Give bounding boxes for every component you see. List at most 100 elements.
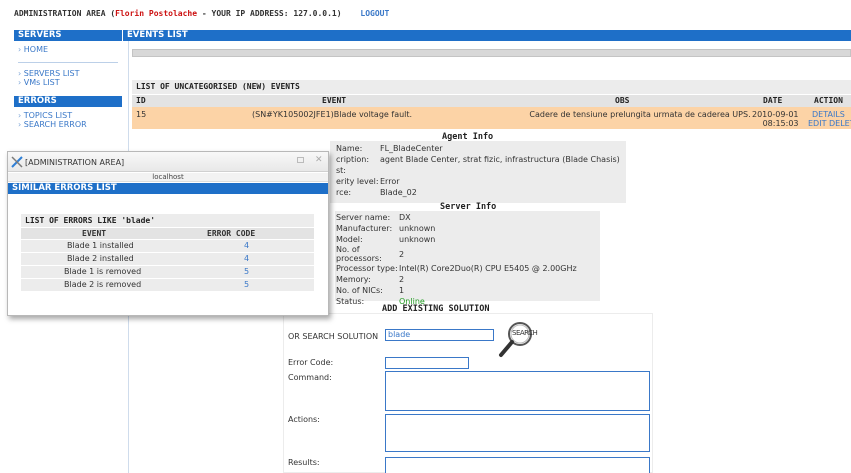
- error-code-label: Error Code:: [288, 358, 334, 367]
- actions-label: Actions:: [288, 415, 320, 424]
- nav-home[interactable]: HOME: [14, 45, 122, 54]
- search-solution-label: OR SEARCH SOLUTION: [288, 332, 379, 341]
- solution-form: OR SEARCH SOLUTION blade SEARCH Error Co…: [283, 313, 653, 473]
- agent-key: st:: [336, 166, 346, 175]
- col-event: EVENT: [82, 229, 107, 238]
- error-event: Blade 2 is removed: [64, 280, 142, 289]
- agent-key: cription:: [336, 155, 370, 164]
- nav-topics-list[interactable]: TOPICS LIST: [14, 111, 122, 120]
- command-textarea[interactable]: [385, 371, 650, 411]
- results-label: Results:: [288, 458, 320, 467]
- server-key: Memory:: [336, 275, 371, 284]
- server-info-table: Server name: DX Manufacturer: unknown Mode…: [336, 212, 577, 307]
- table-row[interactable]: Blade 1 installed 4: [21, 240, 314, 252]
- app-icon: [11, 156, 23, 168]
- results-textarea[interactable]: [385, 457, 650, 473]
- actions-textarea[interactable]: [385, 414, 650, 452]
- search-button[interactable]: SEARCH: [496, 318, 538, 360]
- error-event: Blade 2 installed: [67, 254, 134, 263]
- error-code-link[interactable]: 4: [244, 253, 249, 265]
- similar-errors-table: LIST OF ERRORS LIKE 'blade' EVENT ERROR …: [21, 214, 314, 291]
- progress-bar: [132, 49, 851, 57]
- magnifier-icon: [499, 322, 532, 357]
- server-key: No. of processors:: [336, 245, 382, 263]
- error-code-link[interactable]: 5: [244, 279, 249, 291]
- server-key: Model:: [336, 235, 363, 244]
- search-solution-value: blade: [388, 330, 411, 339]
- table-row[interactable]: 15 (SN#YK105002JFE1)Blade voltage fault.…: [132, 107, 851, 129]
- table-row[interactable]: Blade 1 is removed 5: [21, 266, 314, 278]
- agent-info-panel: Name: FL_BladeCenter cription: agent Blade…: [330, 141, 626, 203]
- server-value: unknown: [399, 235, 436, 244]
- server-value: Intel(R) Core2Duo(R) CPU E5405 @ 2.00GHz: [399, 264, 577, 273]
- nav-vms-list[interactable]: VMs LIST: [14, 78, 122, 87]
- popup-host: localhost: [152, 173, 184, 181]
- admin-area-label: ADMINISTRATION AREA (: [14, 9, 116, 18]
- similar-errors-title: LIST OF ERRORS LIKE 'blade': [21, 214, 314, 227]
- col-id: ID: [136, 96, 146, 105]
- popup-window-title: [ADMINISTRATION AREA]: [25, 158, 125, 167]
- ip-address-text: - YOUR IP ADDRESS: 127.0.0.1): [197, 9, 342, 18]
- col-error-code: ERROR CODE: [207, 229, 256, 238]
- similar-errors-popup[interactable]: [ADMINISTRATION AREA] ✕ localhost SIMILA…: [7, 151, 329, 316]
- agent-key: rce:: [336, 188, 352, 197]
- current-user[interactable]: Florin Postolache: [115, 9, 197, 18]
- logout-link[interactable]: LOGOUT: [360, 9, 389, 18]
- row-delete-link[interactable]: DELETE: [829, 119, 851, 128]
- agent-value: Blade_02: [380, 188, 417, 197]
- popup-titlebar[interactable]: [ADMINISTRATION AREA] ✕: [8, 152, 328, 172]
- col-action: ACTION: [814, 96, 843, 105]
- server-key: Manufacturer:: [336, 224, 393, 233]
- server-value: DX: [399, 213, 411, 222]
- row-date-day: 2010-09-01: [752, 110, 799, 119]
- table-row[interactable]: Blade 2 is removed 5: [21, 279, 314, 291]
- error-code-link[interactable]: 5: [244, 266, 249, 278]
- page-title: EVENTS LIST: [123, 30, 851, 41]
- server-value: 1: [399, 286, 405, 295]
- popup-header: SIMILAR ERRORS LIST: [8, 183, 328, 194]
- agent-value: [380, 165, 620, 176]
- servers-section-title: SERVERS: [14, 30, 122, 41]
- row-details-link[interactable]: DETAILS: [812, 110, 845, 119]
- row-id: 15: [136, 110, 147, 119]
- top-header: ADMINISTRATION AREA (Florin Postolache -…: [14, 9, 389, 18]
- error-event: Blade 1 is removed: [64, 267, 142, 276]
- agent-value: FL_BladeCenter: [380, 144, 443, 153]
- server-value: unknown: [399, 224, 436, 233]
- nav-servers-list[interactable]: SERVERS LIST: [14, 69, 122, 78]
- col-obs: OBS: [615, 96, 630, 105]
- agent-value: agent Blade Center, strat fizic, infrast…: [380, 155, 620, 164]
- errors-section-title: ERRORS: [14, 96, 122, 107]
- agent-value: Error: [380, 177, 400, 186]
- maximize-icon[interactable]: [297, 157, 304, 163]
- agent-key: erity level:: [336, 177, 379, 186]
- server-value: 2: [399, 275, 405, 284]
- search-solution-input[interactable]: blade: [385, 329, 494, 341]
- events-table-title: LIST OF UNCATEGORISED (NEW) EVENTS: [132, 80, 851, 94]
- server-value: 2: [399, 249, 405, 259]
- row-date: 2010-09-01 08:15:03: [752, 110, 799, 128]
- error-event: Blade 1 installed: [67, 241, 134, 250]
- close-icon[interactable]: ✕: [315, 155, 323, 165]
- server-key: No. of NICs:: [336, 286, 383, 295]
- error-code-link[interactable]: 4: [244, 240, 249, 252]
- similar-errors-header: EVENT ERROR CODE: [21, 228, 314, 239]
- popup-host-bar: localhost: [8, 173, 328, 182]
- table-row[interactable]: Blade 2 installed 4: [21, 253, 314, 265]
- error-code-input[interactable]: [385, 357, 469, 369]
- col-event: EVENT: [322, 96, 347, 105]
- row-obs: Cadere de tensiune prelungita urmata de …: [529, 110, 751, 119]
- agent-key: Name:: [336, 144, 363, 153]
- events-table-header: ID EVENT OBS DATE ACTION: [132, 95, 851, 107]
- agent-info-table: Name: FL_BladeCenter cription: agent Blade…: [336, 143, 620, 198]
- search-button-label: SEARCH: [512, 329, 538, 337]
- sidebar-divider: [18, 62, 118, 63]
- server-key: Processor type:: [336, 264, 398, 273]
- row-edit-link[interactable]: EDIT: [808, 119, 826, 128]
- row-event: (SN#YK105002JFE1)Blade voltage fault.: [252, 110, 413, 119]
- row-date-time: 08:15:03: [762, 119, 799, 128]
- nav-search-error[interactable]: SEARCH ERROR: [14, 120, 122, 129]
- server-key: Server name:: [336, 213, 391, 222]
- col-date: DATE: [763, 96, 783, 105]
- server-info-panel: Server name: DX Manufacturer: unknown Mode…: [335, 211, 600, 306]
